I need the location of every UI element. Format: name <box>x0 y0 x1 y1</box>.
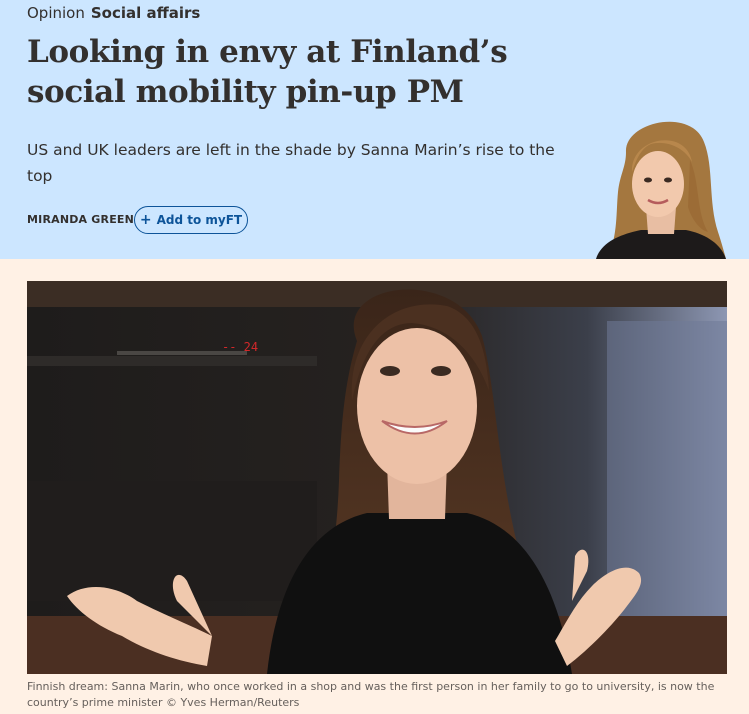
article-main-image: -- 24 <box>27 281 727 674</box>
author-headshot <box>596 121 726 259</box>
add-to-myft-button[interactable]: + Add to myFT <box>134 206 248 234</box>
author-byline[interactable]: MIRANDA GREEN <box>27 213 134 226</box>
plus-icon: + <box>139 212 152 228</box>
article-header: Opinion Social affairs Looking in envy at… <box>0 0 749 259</box>
led-display: -- 24 <box>222 340 258 354</box>
article-standfirst: US and UK leaders are left in the shade … <box>27 141 555 185</box>
opinion-label[interactable]: Opinion <box>27 4 85 22</box>
add-to-myft-label: Add to myFT <box>156 213 243 227</box>
article-kicker: Opinion Social affairs <box>27 4 200 22</box>
article-headline: Looking in envy at Finland’s social mobi… <box>27 34 508 110</box>
image-caption: Finnish dream: Sanna Marin, who once wor… <box>27 680 715 709</box>
main-photo: -- 24 <box>27 281 727 674</box>
section-link[interactable]: Social affairs <box>91 4 201 22</box>
